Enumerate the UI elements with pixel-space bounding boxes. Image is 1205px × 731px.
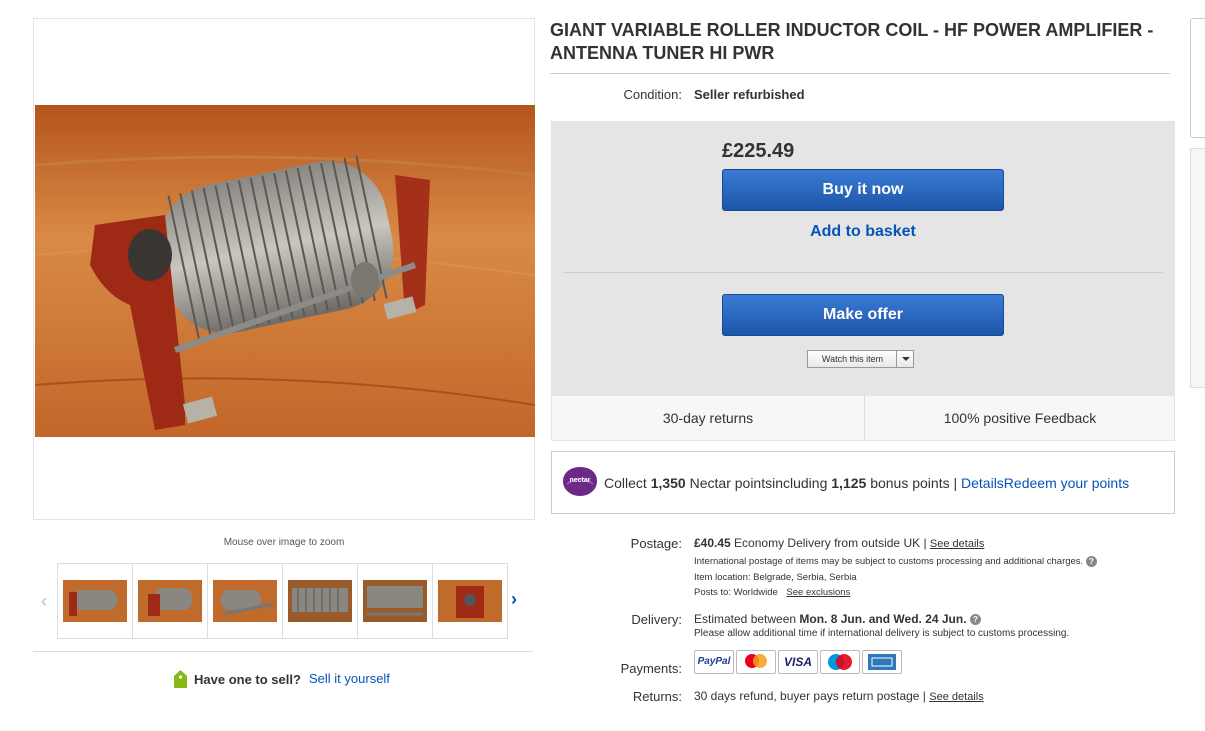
watch-item-label: Watch this item bbox=[821, 354, 884, 364]
item-location: Item location: Belgrade, Serbia, Serbia bbox=[694, 572, 857, 583]
make-offer-button[interactable]: Make offer bbox=[722, 294, 1004, 336]
buy-it-now-button[interactable]: Buy it now bbox=[722, 169, 1004, 211]
posts-to: Posts to: Worldwide See exclusions bbox=[694, 587, 850, 598]
postage-label: Postage: bbox=[630, 536, 682, 551]
international-note: International postage of items may be su… bbox=[694, 556, 1097, 567]
divider bbox=[33, 651, 533, 652]
nectar-collect: Collect bbox=[604, 475, 647, 491]
thumbnail-6[interactable] bbox=[432, 563, 508, 639]
delivery-range: Mon. 8 Jun. and Wed. 24 Jun. bbox=[799, 612, 967, 626]
thumbnail-strip: ‹ › bbox=[33, 562, 535, 640]
help-icon[interactable]: ? bbox=[969, 614, 981, 626]
thumbnail-2[interactable] bbox=[132, 563, 208, 639]
returns-feature: 30-day returns bbox=[662, 410, 754, 426]
condition-label: Condition: bbox=[623, 87, 682, 102]
nectar-panel: nectar Collect 1,350 Nectar pointsinclud… bbox=[551, 451, 1175, 514]
item-title: GIANT VARIABLE ROLLER INDUCTOR COIL - HF… bbox=[550, 20, 1154, 63]
sell-prompt-text: Have one to sell? bbox=[194, 672, 301, 687]
nectar-bonus-text: bonus points | bbox=[870, 475, 958, 491]
thumbnail-3[interactable] bbox=[207, 563, 283, 639]
mastercard-icon bbox=[736, 650, 776, 674]
postage-method: Economy Delivery from outside UK | bbox=[734, 536, 927, 550]
add-to-basket-link[interactable]: Add to basket bbox=[722, 223, 1004, 241]
condition-value: Seller refurbished bbox=[694, 87, 805, 102]
nectar-points: 1,350 bbox=[650, 475, 686, 491]
payments-label: Payments: bbox=[620, 661, 682, 676]
zoom-hint: Mouse over image to zoom bbox=[223, 537, 345, 548]
nectar-logo-text: nectar bbox=[569, 477, 590, 484]
postage-value: £40.45 Economy Delivery from outside UK … bbox=[694, 536, 984, 550]
side-panel bbox=[1190, 18, 1205, 138]
delivery-value: Estimated between Mon. 8 Jun. and Wed. 2… bbox=[694, 612, 981, 626]
sell-it-yourself-link[interactable]: Sell it yourself bbox=[309, 671, 390, 686]
visa-icon: VISA bbox=[778, 650, 818, 674]
chevron-down-icon[interactable] bbox=[896, 351, 913, 367]
chevron-left-icon[interactable]: ‹ bbox=[41, 591, 55, 611]
see-exclusions-link[interactable]: See exclusions bbox=[786, 587, 850, 598]
price-tag-icon bbox=[174, 670, 187, 688]
international-note-text: International postage of items may be su… bbox=[694, 556, 1084, 568]
returns-value: 30 days refund, buyer pays return postag… bbox=[694, 689, 984, 703]
feature-row: 30-day returns 100% positive Feedback bbox=[551, 395, 1175, 441]
nectar-points-text: Nectar pointsincluding bbox=[689, 475, 828, 491]
nectar-logo-icon: nectar bbox=[563, 467, 597, 496]
main-image-frame[interactable] bbox=[33, 18, 535, 520]
nectar-text: Collect 1,350 Nectar pointsincluding 1,1… bbox=[604, 475, 1129, 491]
postage-see-details-link[interactable]: See details bbox=[930, 538, 984, 550]
buy-box: £225.49 Buy it now Add to basket Make of… bbox=[551, 121, 1175, 395]
posts-to-text: Posts to: Worldwide bbox=[694, 587, 778, 598]
thumbnail-5[interactable] bbox=[357, 563, 433, 639]
nectar-bonus: 1,125 bbox=[831, 475, 867, 491]
feedback-feature: 100% positive Feedback bbox=[943, 410, 1097, 426]
help-icon[interactable]: ? bbox=[1085, 556, 1097, 567]
returns-text: 30 days refund, buyer pays return postag… bbox=[694, 689, 926, 703]
main-product-image[interactable] bbox=[35, 105, 535, 437]
nectar-details-link[interactable]: DetailsRedeem your points bbox=[961, 475, 1129, 491]
watch-item-button[interactable]: Watch this item bbox=[807, 350, 914, 368]
divider bbox=[550, 73, 1170, 74]
delivery-note: Please allow additional time if internat… bbox=[694, 628, 1070, 639]
thumbnail-1[interactable] bbox=[57, 563, 133, 639]
paypal-icon: PayPal bbox=[694, 650, 734, 674]
seller-panel bbox=[1190, 148, 1205, 388]
delivery-prefix: Estimated between bbox=[694, 612, 797, 626]
american-express-icon bbox=[862, 650, 902, 674]
returns-see-details-link[interactable]: See details bbox=[929, 691, 983, 703]
delivery-label: Delivery: bbox=[631, 612, 682, 627]
postage-price: £40.45 bbox=[694, 536, 731, 550]
returns-label: Returns: bbox=[632, 689, 682, 704]
divider bbox=[563, 272, 1163, 273]
chevron-right-icon[interactable]: › bbox=[511, 589, 525, 609]
price: £225.49 bbox=[722, 140, 795, 162]
thumbnail-4[interactable] bbox=[282, 563, 358, 639]
maestro-icon bbox=[820, 650, 860, 674]
